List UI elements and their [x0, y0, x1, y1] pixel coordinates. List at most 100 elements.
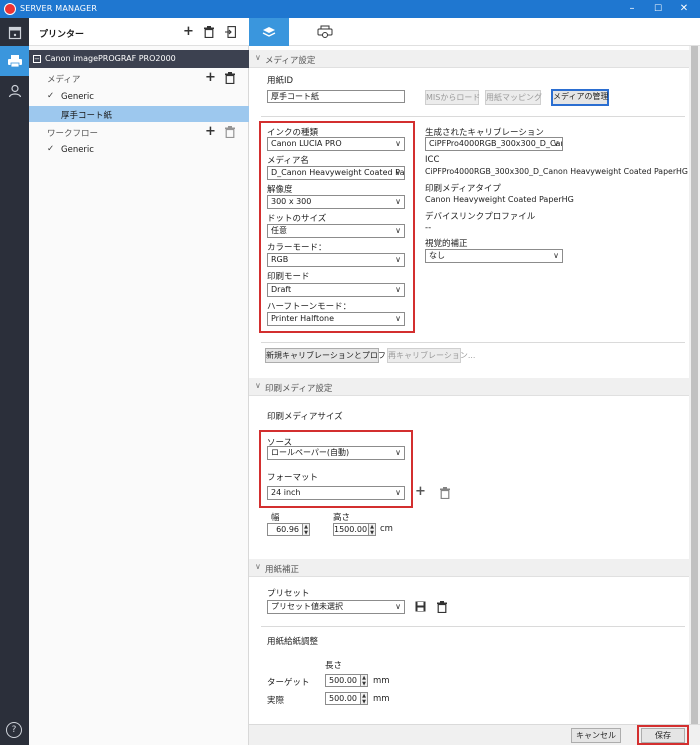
- devicelink-value: --: [425, 223, 432, 233]
- target-input[interactable]: 500.00: [325, 674, 361, 687]
- rail-server-button[interactable]: [0, 20, 29, 46]
- print-mode-select[interactable]: Draft ∨: [267, 283, 405, 297]
- chevron-down-icon: ∨: [395, 226, 401, 235]
- actual-input[interactable]: 500.00: [325, 692, 361, 705]
- workflow-item-generic[interactable]: ✓ Generic: [29, 142, 249, 158]
- format-select[interactable]: 24 inch ∨: [267, 486, 405, 500]
- rail-user-button[interactable]: [0, 78, 29, 104]
- nav-rail: ?: [0, 18, 29, 745]
- delete-media-icon[interactable]: [225, 72, 235, 87]
- tab-layers[interactable]: [249, 18, 289, 46]
- add-media-icon[interactable]: +: [205, 71, 216, 84]
- width-input[interactable]: 60.96: [267, 523, 303, 536]
- devicelink-label: デバイスリンクプロファイル: [425, 212, 536, 222]
- color-mode-select[interactable]: RGB ∨: [267, 253, 405, 267]
- resolution-select[interactable]: 300 x 300 ∨: [267, 195, 405, 209]
- source-value: ロールペーパー(自動): [271, 448, 350, 457]
- add-format-icon[interactable]: +: [415, 485, 426, 498]
- add-workflow-icon[interactable]: +: [205, 125, 216, 138]
- source-select[interactable]: ロールペーパー(自動) ∨: [267, 446, 405, 460]
- printer-panel-title: プリンター: [39, 30, 85, 40]
- save-preset-icon[interactable]: [415, 601, 426, 615]
- media-item-label: 厚手コート紙: [61, 111, 113, 121]
- mis-load-button[interactable]: MISからロード: [425, 90, 480, 105]
- delete-format-icon[interactable]: [440, 487, 450, 502]
- print-media-settings-header[interactable]: ∨ 印刷メディア設定: [249, 378, 689, 396]
- actual-stepper[interactable]: ▲ ▼: [361, 692, 368, 705]
- chevron-down-icon: ∨: [395, 448, 401, 457]
- chevron-down-icon: ∨: [255, 381, 261, 390]
- help-button[interactable]: ?: [6, 722, 22, 738]
- media-name-select[interactable]: D_Canon Heavyweight Coated Paper...∨: [267, 166, 405, 180]
- color-mode-label: カラーモード：: [267, 243, 327, 253]
- dot-size-select[interactable]: 任意 ∨: [267, 224, 405, 238]
- check-icon: ✓: [47, 144, 55, 154]
- maximize-button[interactable]: ☐: [648, 2, 668, 16]
- add-printer-icon[interactable]: +: [183, 25, 194, 38]
- visual-corr-select[interactable]: なし ∨: [425, 249, 563, 263]
- halftone-select[interactable]: Printer Halftone ∨: [267, 312, 405, 326]
- import-icon[interactable]: [225, 26, 236, 41]
- new-calibration-button[interactable]: 新規キャリブレーションとプロファイル: [265, 348, 410, 363]
- unit-mm-actual: mm: [373, 694, 390, 704]
- print-mode-value: Draft: [271, 285, 292, 294]
- save-button[interactable]: 保存: [641, 728, 685, 743]
- media-manage-button[interactable]: メディアの管理: [551, 89, 609, 106]
- media-name-value: D_Canon Heavyweight Coated Paper...: [271, 168, 405, 177]
- paper-correction-title: 用紙補正: [265, 565, 300, 575]
- gen-calib-select[interactable]: CiPFPro4000RGB_300x300_D_Canon H...∨: [425, 137, 563, 151]
- paper-id-input[interactable]: 厚手コート紙: [267, 90, 405, 103]
- paper-correction-header[interactable]: ∨ 用紙補正: [249, 559, 689, 577]
- visual-corr-value: なし: [429, 251, 445, 260]
- delete-preset-icon[interactable]: [437, 601, 447, 616]
- resolution-label: 解像度: [267, 185, 293, 195]
- tab-printer-settings[interactable]: [305, 18, 345, 46]
- chevron-down-icon: ∨: [395, 314, 401, 323]
- scrollbar[interactable]: [689, 46, 700, 724]
- length-label: 長さ: [325, 661, 343, 671]
- dot-size-label: ドットのサイズ: [267, 214, 327, 224]
- print-media-type-label: 印刷メディアタイプ: [425, 184, 501, 194]
- media-item-generic[interactable]: ✓ Generic: [29, 89, 249, 105]
- preset-select[interactable]: プリセット値未選択 ∨: [267, 600, 405, 614]
- cancel-button[interactable]: キャンセル: [571, 728, 621, 743]
- icc-label: ICC: [425, 155, 440, 165]
- height-stepper[interactable]: ▲ ▼: [369, 523, 376, 536]
- print-media-type-value: Canon Heavyweight Coated PaperHG: [425, 195, 574, 204]
- height-label: 高さ: [333, 513, 351, 523]
- close-button[interactable]: ✕: [674, 2, 694, 16]
- rail-printer-button[interactable]: [0, 46, 29, 76]
- collapse-icon[interactable]: −: [33, 55, 41, 63]
- workflow-section-label: ワークフロー: [47, 129, 99, 139]
- scrollbar-thumb[interactable]: [691, 46, 698, 724]
- printer-name: Canon imagePROGRAF PRO2000: [45, 54, 176, 63]
- gen-calib-value: CiPFPro4000RGB_300x300_D_Canon H...: [429, 139, 563, 148]
- divider: [261, 116, 685, 117]
- recalibration-button[interactable]: 再キャリブレーション...: [387, 348, 475, 363]
- minimize-button[interactable]: –: [622, 2, 642, 16]
- ink-type-select[interactable]: Canon LUCIA PRO ∨: [267, 137, 405, 151]
- printer-row[interactable]: − Canon imagePROGRAF PRO2000: [29, 50, 249, 68]
- media-settings-title: メディア設定: [265, 56, 316, 66]
- target-stepper[interactable]: ▲ ▼: [361, 674, 368, 687]
- print-media-size-label: 印刷メディアサイズ: [267, 412, 343, 422]
- height-input[interactable]: 1500.00: [333, 523, 369, 536]
- format-label: フォーマット: [267, 473, 319, 483]
- chevron-down-icon: ∨: [255, 562, 261, 571]
- printer-panel: プリンター + − Canon imagePROGRAF PRO2000 メディ…: [29, 18, 249, 745]
- main-tabs: [249, 18, 700, 46]
- paper-mapping-button[interactable]: 用紙マッピング: [485, 90, 542, 105]
- media-item-label: Generic: [61, 92, 94, 102]
- width-stepper[interactable]: ▲ ▼: [303, 523, 310, 536]
- printer-icon: [7, 55, 22, 68]
- delete-printer-icon[interactable]: [204, 26, 214, 41]
- media-item-heavy-coated[interactable]: 厚手コート紙: [29, 106, 249, 122]
- divider: [261, 342, 685, 343]
- media-settings-header[interactable]: ∨ メディア設定: [249, 50, 689, 68]
- media-section-header: メディア +: [29, 70, 249, 86]
- halftone-label: ハーフトーンモード：: [267, 302, 352, 312]
- media-section-label: メディア: [47, 75, 81, 85]
- server-icon: [8, 26, 21, 40]
- target-label: ターゲット: [267, 678, 310, 688]
- delete-workflow-icon[interactable]: [225, 126, 235, 141]
